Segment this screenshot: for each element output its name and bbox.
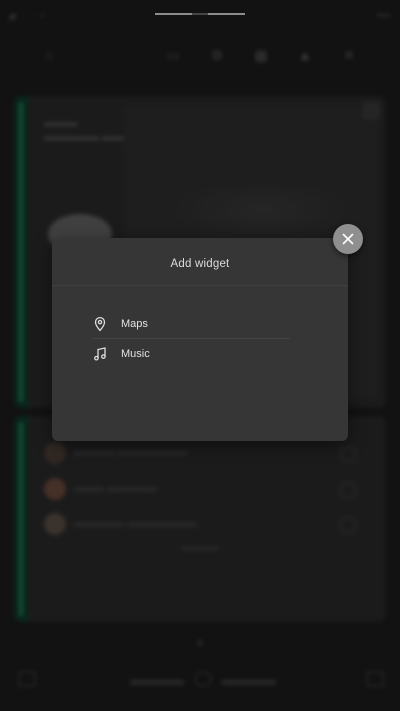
music-note-icon bbox=[94, 347, 106, 361]
option-label: Music bbox=[121, 348, 150, 360]
map-pin-icon bbox=[94, 316, 106, 332]
option-maps[interactable]: Maps bbox=[92, 310, 344, 339]
add-widget-dialog: Add widget Maps Music bbox=[52, 238, 348, 441]
close-icon bbox=[342, 233, 354, 245]
close-dialog-button[interactable] bbox=[333, 224, 363, 254]
dialog-title: Add widget bbox=[170, 258, 230, 270]
option-label: Maps bbox=[121, 318, 148, 330]
option-divider bbox=[92, 338, 290, 339]
divider bbox=[52, 285, 348, 286]
option-music[interactable]: Music bbox=[92, 340, 344, 369]
